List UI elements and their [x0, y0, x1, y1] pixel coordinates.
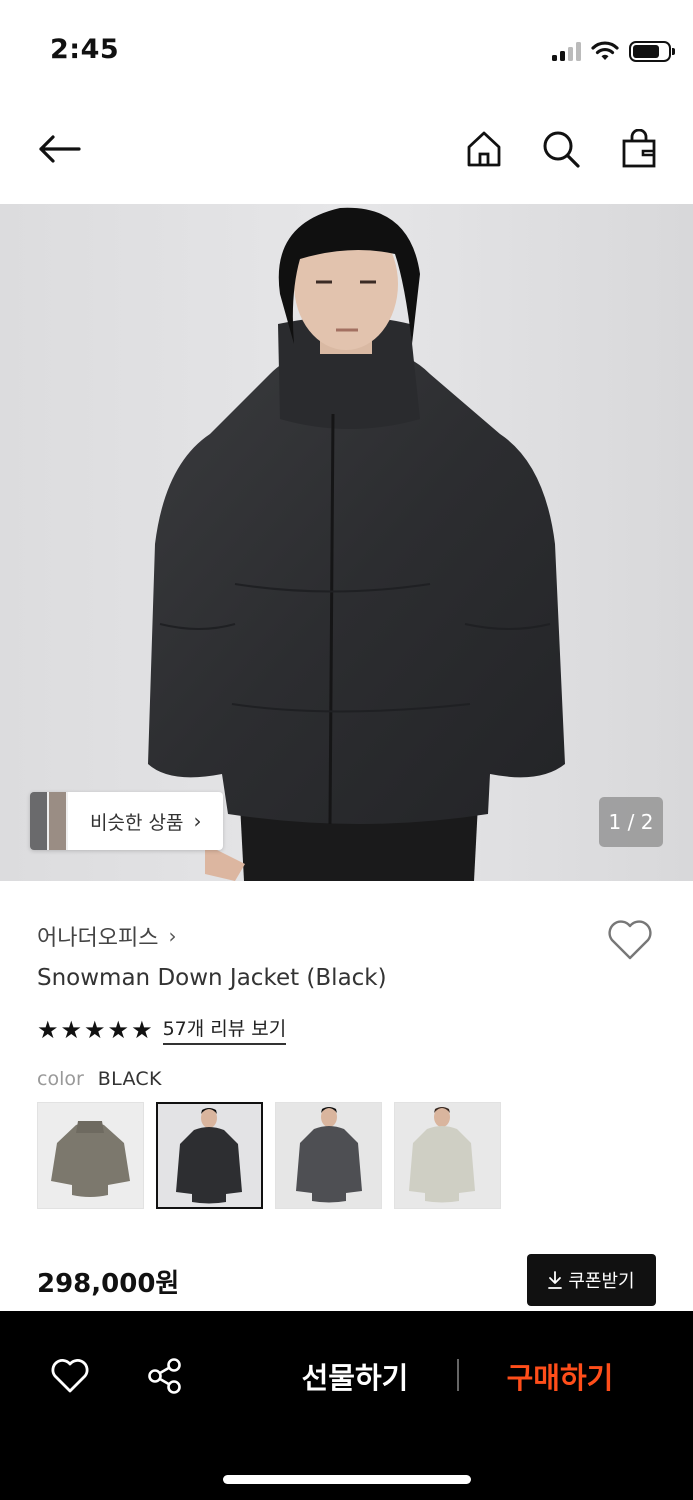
like-button[interactable]	[45, 1351, 95, 1401]
swatch-image	[158, 1104, 261, 1207]
swatch-image	[276, 1103, 381, 1208]
download-icon	[548, 1271, 563, 1289]
search-icon	[543, 131, 580, 168]
rating-stars: ★ ★ ★ ★ ★	[37, 1016, 153, 1044]
similar-products-label: 비슷한 상품	[90, 811, 184, 834]
brand-link[interactable]: 어나더오피스 ›	[37, 920, 176, 952]
coupon-button[interactable]: 쿠폰받기	[527, 1254, 656, 1306]
star-icon: ★	[84, 1015, 106, 1044]
product-price: 298,000원	[37, 1269, 180, 1299]
rating-row: ★ ★ ★ ★ ★ 57개 리뷰 보기	[37, 1014, 287, 1045]
chevron-right-icon: ›	[168, 924, 177, 948]
color-label: color	[37, 1068, 84, 1090]
swatch-image	[38, 1103, 143, 1208]
star-icon: ★	[107, 1015, 130, 1044]
heart-outline-icon	[608, 920, 652, 960]
swatch-image	[395, 1103, 500, 1208]
image-page-indicator: 1 / 2	[599, 797, 663, 847]
chevron-right-icon: ›	[193, 809, 202, 833]
home-button[interactable]	[459, 124, 509, 174]
status-time: 2:45	[50, 34, 120, 65]
wishlist-button[interactable]	[606, 918, 654, 962]
buy-button[interactable]: 구매하기	[490, 1351, 630, 1401]
wifi-icon	[591, 41, 619, 60]
color-swatch-ivory[interactable]	[394, 1102, 501, 1209]
similar-products-button[interactable]: 비슷한 상품 ›	[30, 792, 224, 850]
color-value: BLACK	[97, 1068, 162, 1090]
home-indicator	[223, 1475, 471, 1484]
coupon-label: 쿠폰받기	[568, 1271, 635, 1292]
divider	[457, 1359, 459, 1391]
star-icon: ★	[37, 1015, 59, 1044]
search-button[interactable]	[536, 124, 586, 174]
star-icon: ★	[60, 1015, 83, 1044]
color-swatch-charcoal[interactable]	[275, 1102, 382, 1209]
shopping-bag-icon	[622, 129, 656, 168]
cart-button[interactable]	[614, 124, 664, 174]
share-button[interactable]	[140, 1351, 190, 1401]
gift-button[interactable]: 선물하기	[280, 1351, 430, 1401]
home-icon	[467, 131, 501, 167]
bottom-action-bar: 선물하기 구매하기	[0, 1311, 693, 1500]
brand-name: 어나더오피스	[37, 926, 159, 951]
product-image-carousel[interactable]: 비슷한 상품 › 1 / 2	[0, 204, 693, 881]
battery-icon	[629, 40, 675, 62]
cellular-signal-icon	[552, 41, 581, 61]
color-swatch-khaki[interactable]	[37, 1102, 144, 1209]
star-icon: ★	[131, 1015, 153, 1044]
arrow-left-icon	[39, 135, 81, 163]
share-icon	[148, 1358, 181, 1394]
back-button[interactable]	[34, 124, 84, 174]
color-row: color BLACK	[37, 1068, 162, 1090]
product-title: Snowman Down Jacket (Black)	[37, 965, 387, 991]
color-swatch-black[interactable]	[156, 1102, 263, 1209]
reviews-link[interactable]: 57개 리뷰 보기	[162, 1014, 287, 1045]
product-photo	[0, 204, 693, 881]
similar-products-thumbnail	[30, 792, 68, 850]
top-nav	[0, 100, 693, 204]
heart-icon	[51, 1359, 89, 1393]
status-bar: 2:45	[0, 0, 693, 100]
color-swatches	[37, 1102, 501, 1209]
status-icons	[552, 38, 675, 64]
